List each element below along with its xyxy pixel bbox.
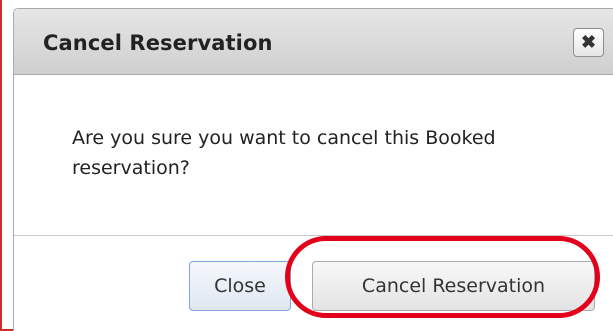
dialog-titlebar: Cancel Reservation ✖ [14, 9, 613, 75]
close-button[interactable]: Close [189, 261, 291, 311]
frame-edge-left [0, 0, 2, 331]
dialog-title: Cancel Reservation [43, 31, 273, 55]
cancel-reservation-button[interactable]: Cancel Reservation [312, 261, 595, 311]
close-icon[interactable]: ✖ [573, 28, 604, 57]
dialog-message: Are you sure you want to cancel this Boo… [72, 127, 496, 179]
cancel-reservation-dialog: Cancel Reservation ✖ Are you sure you wa… [13, 8, 613, 331]
button-pane-divider [14, 235, 613, 236]
screenshot-frame: Cancel Reservation ✖ Are you sure you wa… [0, 0, 613, 331]
